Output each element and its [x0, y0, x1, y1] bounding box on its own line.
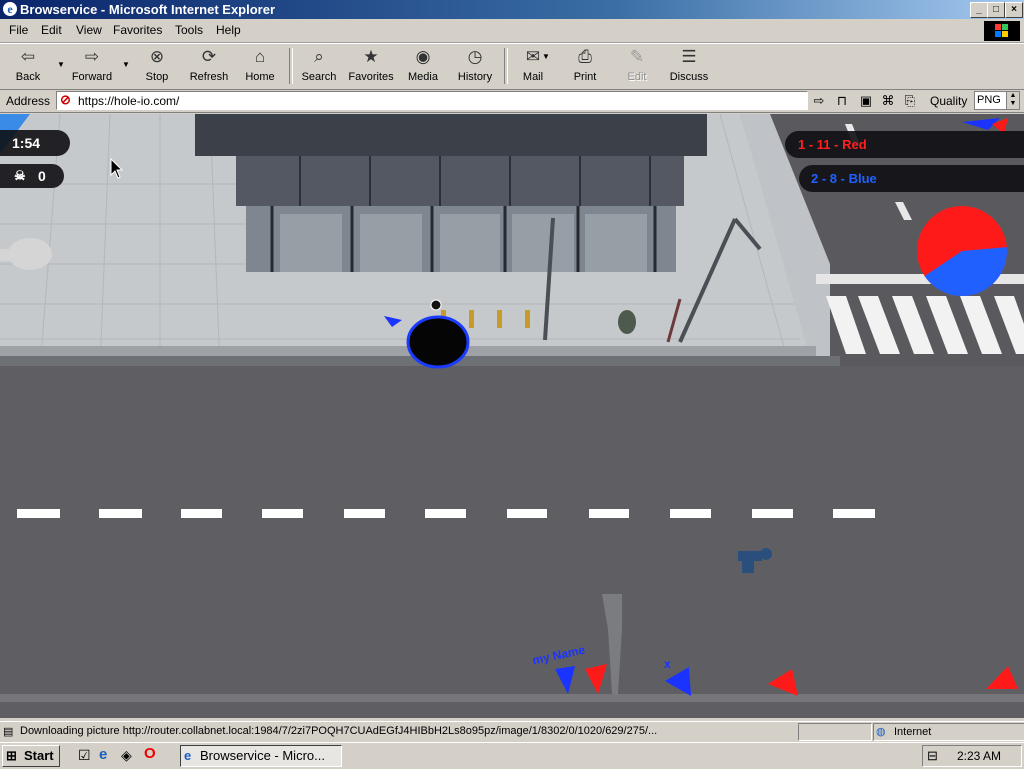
clipboard-icon[interactable]: ⎘ [902, 93, 918, 109]
bottom-curb [0, 694, 1024, 702]
close-button[interactable]: × [1005, 2, 1023, 18]
kills-panel: ☠ 0 [0, 164, 64, 188]
search-icon: ⌕ [314, 47, 324, 66]
refresh-icon: ⟳ [201, 47, 217, 66]
find-icon[interactable]: ⌘ [880, 93, 896, 109]
quality-value: PNG [977, 94, 1001, 106]
forward-arrow-icon: ⇨ [84, 47, 100, 66]
menu-favorites[interactable]: Favorites [113, 23, 162, 37]
game-scene [0, 114, 1024, 718]
media-quicklaunch-icon[interactable]: ◈ [121, 747, 132, 764]
timer-text: 1:54 [12, 135, 41, 151]
team-share-pie [917, 206, 1007, 296]
go-arrow-icon[interactable]: ⇨ [811, 93, 827, 109]
mail-button[interactable]: ✉ Mail [505, 46, 561, 86]
forward-button[interactable]: ⇨ Forward [64, 46, 120, 86]
back-button[interactable]: ⇦ Back [0, 46, 56, 86]
windows-flag-icon: ⊞ [6, 748, 17, 763]
taskbar-window-button[interactable]: e Browservice - Micro... [180, 745, 342, 767]
mail-icon: ✉ [525, 47, 541, 66]
menu-help[interactable]: Help [216, 23, 241, 37]
stop-button[interactable]: ⊗ Stop [129, 46, 185, 86]
print-button[interactable]: ⎙ Print [557, 46, 613, 86]
back-arrow-icon: ⇦ [20, 47, 36, 66]
status-bar: ▤ Downloading picture http://router.coll… [0, 721, 1024, 742]
show-desktop-icon[interactable]: ☑ [78, 747, 91, 764]
menu-bar: File Edit View Favorites Tools Help [0, 19, 1024, 43]
refresh-button[interactable]: ⟳ Refresh [181, 46, 237, 86]
globe-icon: ◍ [876, 726, 886, 738]
search-button[interactable]: ⌕ Search [291, 46, 347, 86]
favorites-button[interactable]: ★ Favorites [342, 46, 400, 86]
quality-label: Quality [930, 94, 968, 108]
mouse-cursor-icon [110, 158, 124, 179]
game-viewport[interactable]: 1:54 ☠ 0 1 - 11 - Red 2 - 8 - Blue my Na… [0, 114, 1024, 718]
media-icon: ◉ [415, 47, 431, 66]
player-x-label: x [664, 657, 671, 671]
maximize-button[interactable]: □ [987, 2, 1005, 18]
address-bar: Address ⊘ https://hole-io.com/ ⇨ ⊓ ▣ ⌘ ⎘… [0, 89, 1024, 113]
favorites-icon: ★ [363, 47, 379, 66]
address-url: https://hole-io.com/ [78, 94, 180, 108]
team-blue-panel: 2 - 8 - Blue [799, 165, 1024, 192]
building-doors [280, 214, 647, 272]
standard-toolbar: ⇦ Back ▼ ⇨ Forward ▼ ⊗ Stop ⟳ Refresh ⌂ Home … [0, 43, 1024, 90]
status-panel [798, 723, 872, 741]
menu-edit[interactable]: Edit [41, 23, 62, 37]
menu-tools[interactable]: Tools [175, 23, 203, 37]
stop-icon: ⊗ [149, 47, 165, 66]
window-title: Browservice - Microsoft Internet Explore… [20, 2, 276, 17]
ie-logo-icon: e [3, 2, 17, 16]
clock: 2:23 AM [957, 749, 1002, 763]
minimize-button[interactable]: _ [970, 2, 988, 18]
quality-spinner-icon[interactable]: ▲ ▼ [1006, 92, 1019, 109]
team-red-score: 1 - 11 - Red [798, 137, 867, 152]
print-icon: ⎙ [578, 47, 592, 66]
address-label: Address [6, 94, 51, 108]
taskbar: ⊞ Start ☑ e ◈ O e Browservice - Micro...… [0, 742, 1024, 769]
crosswalk [826, 296, 1024, 354]
menu-file[interactable]: File [9, 23, 28, 37]
broken-page-icon: ⊘ [60, 92, 71, 107]
home-button[interactable]: ⌂ Home [232, 46, 288, 86]
address-input[interactable]: ⊘ https://hole-io.com/ [56, 91, 808, 110]
opera-icon[interactable]: O [144, 745, 156, 762]
discuss-icon: ☰ [681, 47, 697, 66]
quality-select[interactable]: PNG ▲ ▼ [974, 91, 1020, 110]
edit-icon: ✎ [629, 47, 645, 66]
edit-button: ✎ Edit [627, 47, 647, 83]
mail-dropdown-icon[interactable]: ▼ [542, 52, 550, 61]
team-red-panel: 1 - 11 - Red [785, 131, 1024, 158]
team-blue-score: 2 - 8 - Blue [811, 171, 877, 186]
screenshot-icon[interactable]: ▣ [858, 93, 874, 109]
zone-panel: ◍ Internet [873, 723, 1024, 741]
kills-count: 0 [38, 168, 46, 184]
home-icon: ⌂ [254, 47, 266, 66]
building-upper [236, 156, 684, 206]
ie-task-icon: e [184, 748, 192, 763]
menu-view[interactable]: View [76, 23, 102, 37]
discuss-button[interactable]: ☰ Discuss [661, 46, 717, 86]
player-hole [406, 315, 470, 369]
network-icon[interactable]: ⊟ [927, 748, 938, 764]
media-button[interactable]: ◉ Media [395, 46, 451, 86]
timer-panel: 1:54 [0, 130, 70, 156]
windows-logo-icon [984, 21, 1020, 41]
trash-can [618, 310, 636, 334]
history-button[interactable]: ◷ History [447, 46, 503, 86]
player-marker [430, 299, 442, 311]
skull-icon: ☠ [14, 168, 26, 183]
bookmark-icon[interactable]: ⊓ [834, 93, 850, 109]
road [0, 366, 1024, 718]
title-bar[interactable]: e Browservice - Microsoft Internet Explo… [0, 0, 1024, 19]
system-tray: ⊟ 2:23 AM [922, 745, 1022, 767]
page-loading-icon: ▤ [3, 726, 14, 738]
history-icon: ◷ [467, 47, 483, 66]
start-button[interactable]: ⊞ Start [2, 745, 60, 767]
ie-quicklaunch-icon[interactable]: e [99, 746, 107, 763]
status-text: Downloading picture http://router.collab… [20, 725, 658, 737]
zone-text: Internet [894, 726, 932, 738]
building-roof [195, 114, 707, 156]
